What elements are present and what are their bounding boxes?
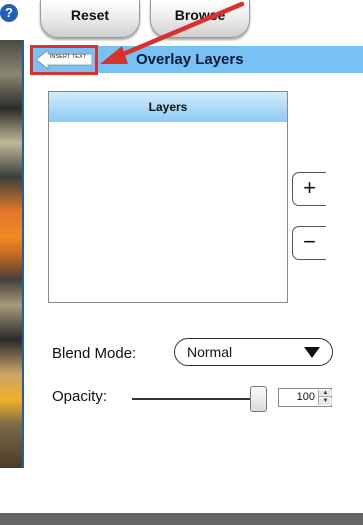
opacity-stepper[interactable]: 100 ▲ ▼ [278,388,332,407]
layers-list[interactable]: Layers [48,91,288,303]
opacity-slider-thumb[interactable] [250,386,267,412]
preview-border [22,40,24,468]
remove-layer-button[interactable]: − [292,226,326,260]
opacity-value[interactable]: 100 [279,389,318,406]
caret-down-icon [304,347,320,358]
spin-down-icon[interactable]: ▼ [319,398,332,405]
help-icon[interactable]: ? [0,4,18,22]
blend-mode-value: Normal [187,344,233,360]
canvas-preview-strip: ? [0,0,28,468]
highlight-box [30,45,98,75]
opacity-spinner[interactable]: ▲ ▼ [318,390,332,405]
bottom-bar [0,513,363,525]
photo-preview [0,40,22,468]
red-arrow-icon [100,1,245,64]
spin-up-icon[interactable]: ▲ [319,390,332,397]
blend-mode-dropdown[interactable]: Normal [174,338,333,366]
opacity-label: Opacity: [52,388,108,405]
blend-mode-label: Blend Mode: [52,345,137,362]
add-layer-button[interactable]: + [292,172,326,206]
layers-list-header: Layers [49,92,287,122]
opacity-slider[interactable] [132,398,266,400]
